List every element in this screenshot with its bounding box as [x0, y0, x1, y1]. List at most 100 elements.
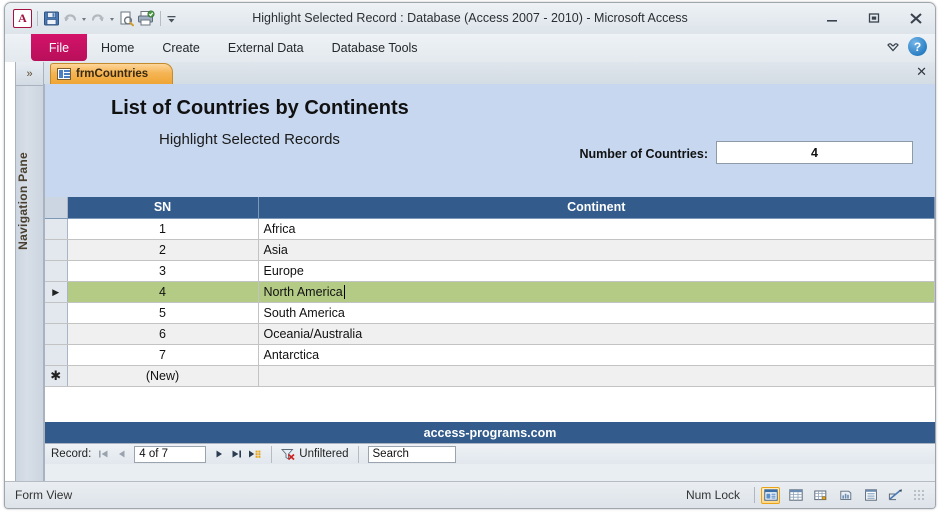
close-document-icon[interactable]: ✕: [916, 65, 927, 79]
record-selector[interactable]: [45, 260, 68, 282]
cell-sn[interactable]: 5: [67, 302, 259, 324]
undo-icon[interactable]: [62, 11, 78, 27]
first-record-button[interactable]: [96, 446, 111, 463]
pivottable-view-button[interactable]: [811, 487, 830, 504]
minimize-button[interactable]: [819, 8, 845, 28]
tab-external-data[interactable]: External Data: [214, 34, 318, 61]
table-row[interactable]: 2 Asia: [45, 239, 935, 261]
table-row[interactable]: 3 Europe: [45, 260, 935, 282]
access-window: A Highlight Selected Record: Database (…: [4, 2, 936, 509]
record-selector[interactable]: [45, 344, 68, 366]
record-selector[interactable]: [45, 323, 68, 345]
cell-sn[interactable]: 2: [67, 239, 259, 261]
navigation-pane[interactable]: » Navigation Pane: [15, 62, 44, 482]
design-view-button[interactable]: [886, 487, 905, 504]
number-of-countries-field[interactable]: 4: [716, 141, 913, 164]
datasheet-header-row: SN Continent: [45, 197, 935, 219]
status-bar-right: Num Lock: [685, 486, 925, 504]
record-selector[interactable]: ▶: [45, 281, 68, 303]
tab-file[interactable]: File: [31, 34, 87, 61]
previous-record-button[interactable]: [114, 446, 129, 463]
document-tab-strip: frmCountries ✕: [44, 62, 935, 85]
document-tab-label: frmCountries: [76, 68, 149, 80]
pivotchart-view-button[interactable]: [836, 487, 855, 504]
filter-status-button[interactable]: Unfiltered: [281, 448, 349, 461]
cell-sn[interactable]: 4: [67, 281, 259, 303]
cell-continent-text: Oceania/Australia: [263, 326, 363, 341]
cell-continent[interactable]: Europe: [258, 260, 935, 282]
help-button[interactable]: ?: [908, 37, 927, 56]
tab-home[interactable]: Home: [87, 34, 148, 61]
record-selector[interactable]: ✱: [45, 365, 68, 387]
cell-continent-text: Europe: [263, 263, 304, 278]
print-icon[interactable]: [137, 10, 155, 27]
ribbon-tab-strip: File Home Create External Data Database …: [5, 34, 935, 63]
new-record-button[interactable]: [247, 446, 262, 463]
datasheet-view-button[interactable]: [786, 487, 805, 504]
redo-dropdown-icon[interactable]: [108, 11, 116, 27]
cell-continent[interactable]: Antarctica: [258, 344, 935, 366]
cell-sn[interactable]: 7: [67, 344, 259, 366]
work-area: » Navigation Pane frmCountries ✕ List of…: [5, 62, 935, 482]
cell-sn[interactable]: 1: [67, 218, 259, 240]
status-bar: Form View Num Lock: [5, 481, 935, 508]
tab-database-tools[interactable]: Database Tools: [318, 34, 432, 61]
filter-status-label: Unfiltered: [299, 448, 349, 460]
cell-sn[interactable]: 3: [67, 260, 259, 282]
record-selector[interactable]: [45, 239, 68, 261]
minimize-ribbon-icon[interactable]: [886, 40, 900, 54]
print-preview-icon[interactable]: [118, 10, 135, 27]
cell-continent[interactable]: [258, 365, 935, 387]
resize-grip[interactable]: [913, 489, 925, 501]
record-selector[interactable]: [45, 302, 68, 324]
layout-view-button[interactable]: [861, 487, 880, 504]
table-row[interactable]: ✱ (New): [45, 365, 935, 387]
column-header-continent[interactable]: Continent: [258, 197, 935, 219]
save-icon[interactable]: [43, 10, 60, 27]
form-canvas: List of Countries by Continents Highligh…: [44, 84, 935, 482]
close-button[interactable]: [903, 8, 929, 28]
record-selector[interactable]: [45, 218, 68, 240]
table-row[interactable]: ▶ 4 North America: [45, 281, 935, 303]
search-input[interactable]: Search: [367, 445, 456, 463]
table-row[interactable]: 5 South America: [45, 302, 935, 324]
num-lock-indicator: Num Lock: [685, 488, 740, 502]
table-row[interactable]: 7 Antarctica: [45, 344, 935, 366]
current-record-arrow-icon: ▶: [52, 286, 60, 297]
form-view-button[interactable]: [761, 486, 780, 504]
cell-continent[interactable]: Asia: [258, 239, 935, 261]
cell-continent-text: Africa: [263, 221, 296, 236]
cell-continent[interactable]: North America: [258, 281, 935, 303]
cell-continent-text: Asia: [263, 242, 288, 257]
cell-continent[interactable]: Oceania/Australia: [258, 323, 935, 345]
view-mode-label: Form View: [15, 488, 73, 502]
navigator-divider: [271, 445, 273, 463]
restore-button[interactable]: [861, 8, 887, 28]
cell-continent[interactable]: South America: [258, 302, 935, 324]
column-header-sn[interactable]: SN: [67, 197, 259, 219]
redo-icon[interactable]: [90, 11, 106, 27]
datasheet: SN Continent 1 Africa 2 Asia 3 Europe ▶ 4 North …: [45, 197, 935, 422]
cell-sn[interactable]: 6: [67, 323, 259, 345]
table-row[interactable]: 6 Oceania/Australia: [45, 323, 935, 345]
cell-sn[interactable]: (New): [67, 365, 259, 387]
cell-continent[interactable]: Africa: [258, 218, 935, 240]
select-all-header[interactable]: [45, 197, 68, 219]
form-subtitle: Highlight Selected Records: [159, 131, 340, 148]
table-row[interactable]: 1 Africa: [45, 218, 935, 240]
customize-qat-icon[interactable]: [166, 11, 177, 27]
undo-dropdown-icon[interactable]: [80, 11, 88, 27]
expand-navigation-pane-icon[interactable]: »: [16, 62, 43, 86]
tab-create[interactable]: Create: [148, 34, 214, 61]
access-logo-icon[interactable]: A: [13, 9, 32, 28]
record-position-field[interactable]: 4 of 7: [134, 445, 207, 463]
datasheet-table: SN Continent 1 Africa 2 Asia 3 Europe ▶ 4 North …: [45, 197, 935, 387]
form-icon: [57, 68, 71, 80]
document-tab-frmcountries[interactable]: frmCountries: [50, 63, 174, 84]
canvas-bottom-strip: [45, 464, 935, 482]
datasheet-body: 1 Africa 2 Asia 3 Europe ▶ 4 North America 5 South…: [45, 218, 935, 387]
filter-icon: [281, 448, 295, 461]
next-record-button[interactable]: [211, 446, 226, 463]
last-record-button[interactable]: [229, 446, 244, 463]
record-navigator: Record: 4 of 7 Unfiltered Search: [45, 443, 935, 464]
